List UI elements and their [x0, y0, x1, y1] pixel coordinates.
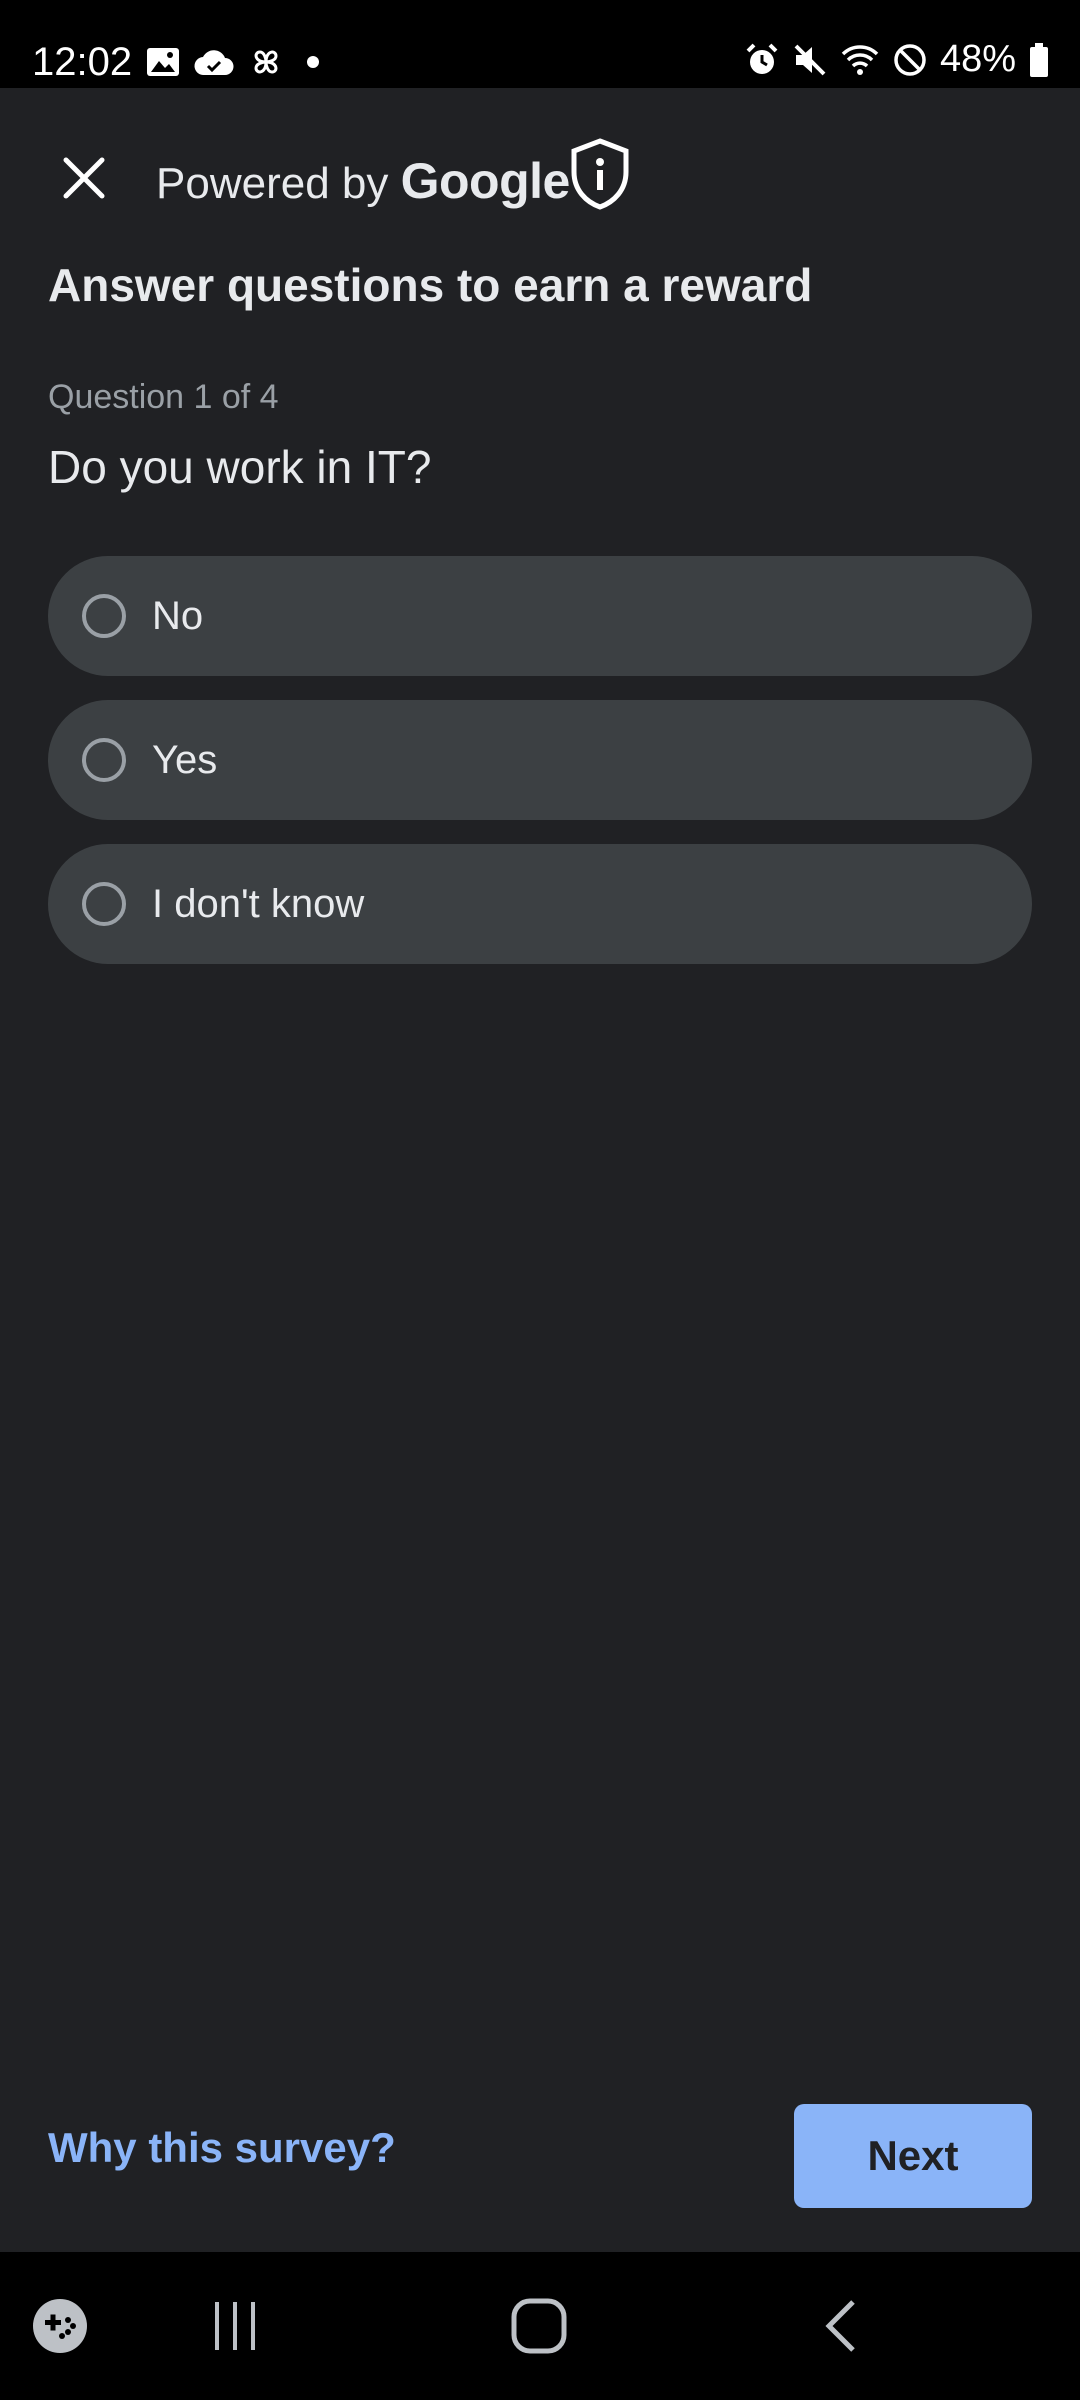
recents-icon [215, 2302, 255, 2350]
radio-button[interactable] [82, 882, 126, 926]
game-launcher-button[interactable] [24, 2252, 96, 2400]
why-this-survey-link[interactable]: Why this survey? [48, 2124, 396, 2172]
back-icon [825, 2300, 855, 2352]
radio-button[interactable] [82, 594, 126, 638]
answer-options: No Yes I don't know [48, 556, 1032, 988]
option-yes[interactable]: Yes [48, 700, 1032, 820]
privacy-info-button[interactable] [568, 138, 632, 210]
option-dont-know[interactable]: I don't know [48, 844, 1032, 964]
battery-percent: 48% [939, 38, 1016, 80]
close-button[interactable] [44, 138, 124, 218]
recent-apps-button[interactable] [190, 2252, 280, 2400]
status-bar: 12:02 48% [0, 0, 1080, 88]
option-label: Yes [152, 737, 218, 782]
wifi-icon [840, 42, 880, 78]
gallery-icon [146, 47, 180, 77]
game-icon [33, 2299, 87, 2353]
powered-by-google: Powered by Google [156, 152, 570, 210]
shield-info-icon [571, 138, 629, 210]
radio-button[interactable] [82, 738, 126, 782]
option-label: No [152, 593, 204, 638]
home-button[interactable] [494, 2252, 584, 2400]
google-brand: Google [400, 153, 571, 209]
back-button[interactable] [796, 2252, 886, 2400]
mute-icon [792, 42, 828, 78]
battery-icon [1028, 42, 1050, 78]
survey-title: Answer questions to earn a reward [48, 259, 813, 311]
survey-header: Powered by Google [0, 88, 1080, 256]
dot-icon [298, 47, 328, 77]
option-label: I don't know [152, 881, 365, 926]
next-button[interactable]: Next [794, 2104, 1032, 2208]
pinwheel-icon [248, 44, 284, 80]
question-counter: Question 1 of 4 [48, 378, 279, 416]
powered-by-text: Powered by [156, 159, 389, 208]
close-icon [63, 157, 105, 199]
system-nav-bar [0, 2252, 1080, 2400]
do-not-disturb-icon [892, 42, 928, 78]
option-no[interactable]: No [48, 556, 1032, 676]
alarm-icon [744, 42, 780, 78]
home-icon [511, 2298, 567, 2354]
question-text: Do you work in IT? [48, 441, 432, 493]
status-time: 12:02 [32, 40, 133, 84]
cloud-icon [194, 47, 234, 77]
